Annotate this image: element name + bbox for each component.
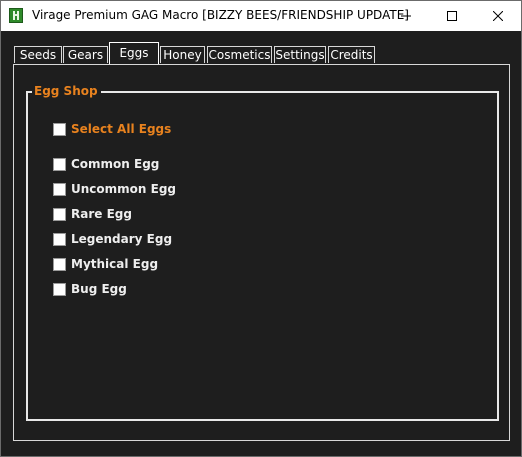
egg-label[interactable]: Uncommon Egg	[71, 182, 176, 196]
egg-checkbox-rare[interactable]: Rare Egg	[53, 207, 132, 221]
egg-label[interactable]: Rare Egg	[71, 207, 132, 221]
maximize-icon	[447, 11, 457, 21]
tab-cosmetics[interactable]: Cosmetics	[207, 46, 272, 63]
egg-checkbox-legendary[interactable]: Legendary Egg	[53, 232, 172, 246]
checkbox-box[interactable]	[53, 122, 66, 136]
tab-honey[interactable]: Honey	[160, 46, 205, 63]
tab-strip: Seeds Gears Eggs Honey Cosmetics Setting…	[1, 42, 521, 65]
egg-label[interactable]: Common Egg	[71, 157, 159, 171]
tab-credits[interactable]: Credits	[328, 46, 375, 63]
select-all-eggs-checkbox[interactable]: Select All Eggs	[53, 122, 171, 136]
egg-shop-groupbox	[26, 91, 499, 421]
title-bar[interactable]: Virage Premium GAG Macro [BIZZY BEES/FRI…	[1, 1, 521, 31]
egg-checkbox-bug[interactable]: Bug Egg	[53, 282, 127, 296]
window-title: Virage Premium GAG Macro [BIZZY BEES/FRI…	[32, 8, 409, 22]
checkbox-box[interactable]	[53, 257, 66, 271]
egg-label[interactable]: Legendary Egg	[71, 232, 172, 246]
close-icon	[493, 11, 503, 21]
checkbox-box[interactable]	[53, 282, 66, 296]
tab-seeds[interactable]: Seeds	[14, 46, 62, 63]
egg-label[interactable]: Bug Egg	[71, 282, 127, 296]
tab-eggs[interactable]: Eggs	[109, 42, 159, 64]
select-all-eggs-label[interactable]: Select All Eggs	[71, 122, 171, 136]
checkbox-box[interactable]	[53, 182, 66, 196]
minimize-button[interactable]	[383, 1, 429, 31]
egg-checkbox-mythical[interactable]: Mythical Egg	[53, 257, 158, 271]
checkbox-box[interactable]	[53, 157, 66, 171]
egg-label[interactable]: Mythical Egg	[71, 257, 158, 271]
minimize-icon	[401, 15, 411, 17]
checkbox-box[interactable]	[53, 232, 66, 246]
app-h-icon	[9, 8, 23, 23]
egg-checkbox-common[interactable]: Common Egg	[53, 157, 159, 171]
maximize-button[interactable]	[429, 1, 475, 31]
close-button[interactable]	[475, 1, 521, 31]
app-window: Virage Premium GAG Macro [BIZZY BEES/FRI…	[0, 0, 522, 457]
egg-checkbox-uncommon[interactable]: Uncommon Egg	[53, 182, 176, 196]
tab-gears[interactable]: Gears	[63, 46, 108, 63]
checkbox-box[interactable]	[53, 207, 66, 221]
tab-settings[interactable]: Settings	[274, 46, 326, 63]
egg-shop-title: Egg Shop	[32, 83, 101, 99]
